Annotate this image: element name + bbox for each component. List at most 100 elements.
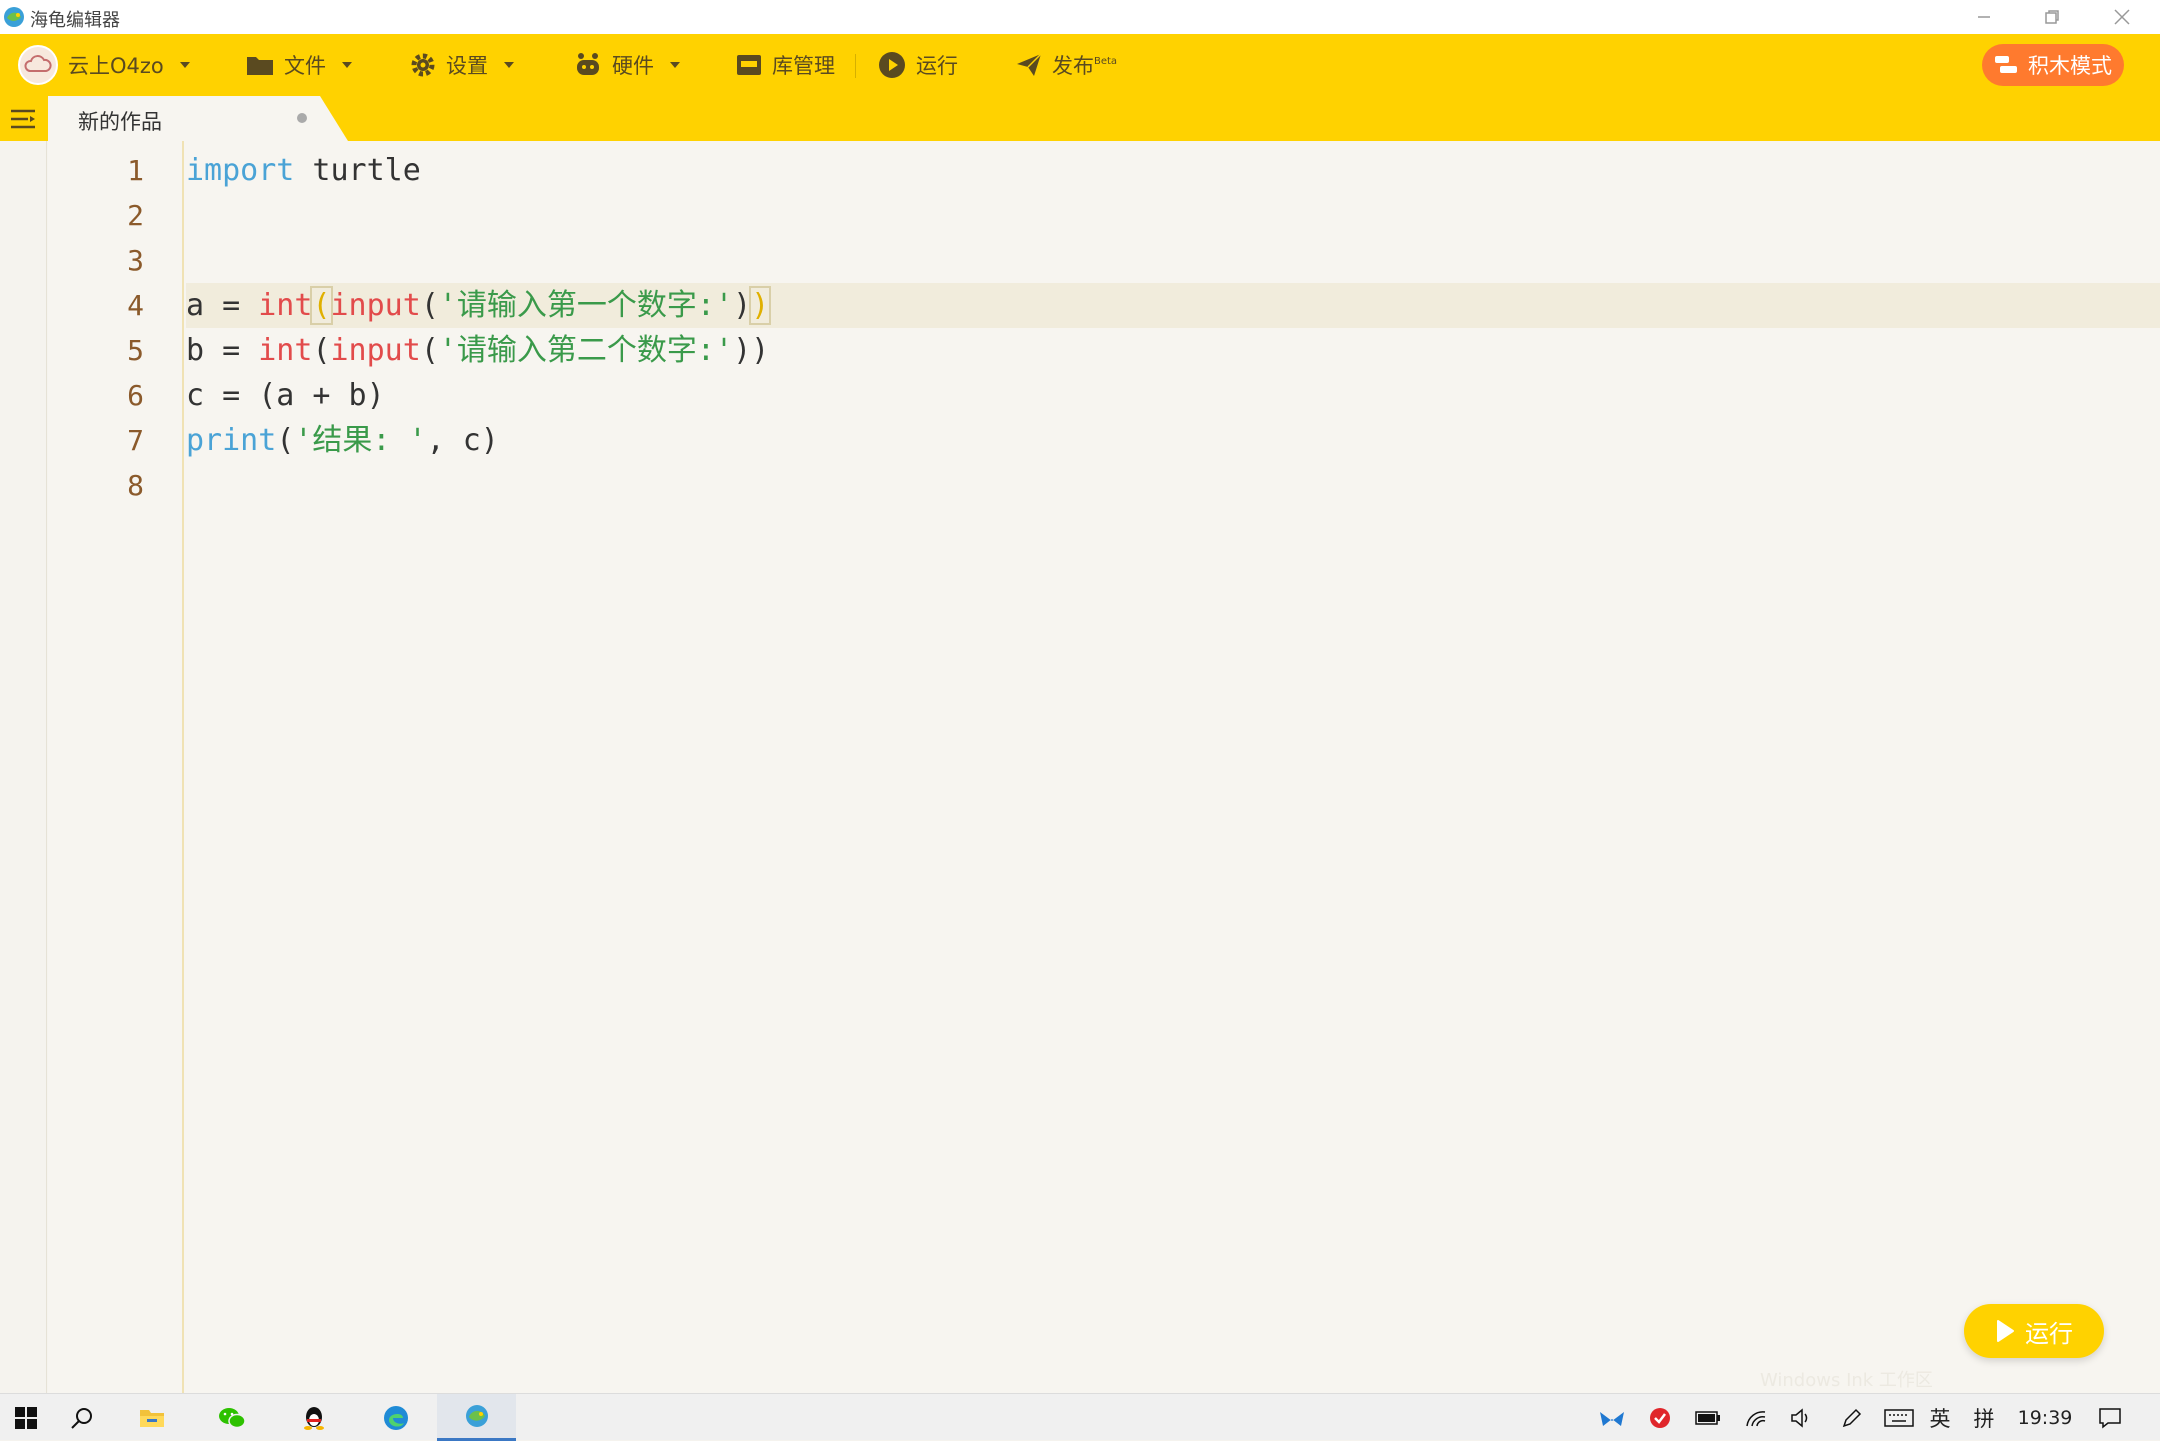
hardware-menu[interactable]: 硬件 — [574, 34, 680, 96]
play-circle-icon — [879, 52, 905, 78]
line-number-gutter: 1 2 3 4 5 6 7 8 — [48, 141, 184, 1393]
tray-mail[interactable] — [1592, 1394, 1632, 1441]
settings-menu[interactable]: 设置 — [410, 34, 514, 96]
taskbar-file-explorer[interactable] — [124, 1394, 180, 1441]
code-token: int — [258, 288, 313, 323]
code-line[interactable] — [186, 238, 2160, 283]
code-token: ( — [312, 333, 331, 368]
code-token: b = — [186, 333, 259, 368]
tray-volume[interactable] — [1784, 1394, 1820, 1441]
close-icon — [2114, 9, 2130, 25]
windows-start-icon — [15, 1406, 37, 1429]
watermark-text: Windows Ink 工作区 — [1760, 1370, 1933, 1391]
code-line[interactable] — [186, 193, 2160, 238]
action-center-button[interactable] — [2090, 1394, 2130, 1441]
file-menu-label: 文件 — [284, 54, 326, 78]
code-editor[interactable]: 12345678 import turtle a = int(input('请输入… — [48, 141, 2160, 1393]
block-mode-label: 积木模式 — [2028, 54, 2112, 78]
line-number: 7 — [127, 424, 144, 457]
user-menu[interactable]: 云上O4zo — [18, 34, 190, 96]
chevron-down-icon — [670, 62, 680, 68]
code-line[interactable]: b = int(input('请输入第二个数字:')) — [186, 328, 2160, 373]
notification-icon — [2099, 1407, 2121, 1429]
chevron-down-icon — [504, 62, 514, 68]
window-title: 海龟编辑器 — [30, 10, 120, 31]
tray-wifi[interactable] — [1738, 1394, 1774, 1441]
wifi-icon — [1746, 1410, 1766, 1426]
hardware-menu-label: 硬件 — [612, 54, 654, 78]
block-mode-button[interactable]: 积木模式 — [1982, 44, 2124, 86]
sidebar-menu-icon[interactable] — [10, 108, 36, 130]
line-number: 6 — [127, 379, 144, 412]
code-line[interactable]: a = int(input('请输入第一个数字:')) — [186, 283, 2160, 328]
taskbar-turtle-editor[interactable] — [437, 1394, 516, 1441]
shield-icon — [1650, 1407, 1670, 1428]
tray-battery[interactable] — [1688, 1394, 1728, 1441]
edge-icon — [384, 1405, 408, 1430]
code-token: ( — [310, 286, 333, 325]
line-number: 8 — [127, 469, 144, 502]
gear-icon — [411, 53, 435, 77]
library-manager-button[interactable]: 库管理 — [736, 34, 835, 96]
settings-menu-label: 设置 — [446, 54, 488, 78]
title-bar: 海龟编辑器 — [0, 0, 2160, 34]
chevron-down-icon — [342, 62, 352, 68]
main-toolbar: 云上O4zo 文件 设置 硬件 库管理 运行 发布 Beta 积木模式 — [0, 34, 2160, 96]
line-number: 1 — [127, 154, 144, 187]
code-line[interactable]: import turtle — [186, 148, 2160, 193]
tab-label: 新的作品 — [78, 110, 162, 134]
code-token: '结果: ' — [294, 423, 427, 458]
code-line[interactable] — [186, 463, 2160, 508]
taskbar-wechat[interactable] — [204, 1394, 260, 1441]
line-number: 5 — [127, 334, 144, 367]
code-token: ) — [733, 288, 752, 323]
toolbar-run-label: 运行 — [916, 54, 958, 78]
code-token: ( — [420, 288, 439, 323]
code-token: ( — [276, 423, 295, 458]
input-mode[interactable]: 拼 — [1968, 1394, 2000, 1441]
restore-icon — [2045, 10, 2059, 24]
line-number: 2 — [127, 199, 144, 232]
clock[interactable]: 19:39 — [2010, 1394, 2080, 1441]
minimize-button[interactable] — [1950, 0, 2018, 34]
code-line[interactable]: c = (a + b) — [186, 373, 2160, 418]
publish-button[interactable]: 发布 Beta — [1016, 34, 1117, 96]
code-token: )) — [733, 333, 770, 368]
tray-antivirus[interactable] — [1640, 1394, 1680, 1441]
taskbar-edge[interactable] — [368, 1394, 424, 1441]
paper-plane-icon — [1017, 53, 1042, 76]
code-token: ( — [420, 333, 439, 368]
beta-badge: Beta — [1094, 55, 1118, 67]
code-line[interactable]: print('结果: ', c) — [186, 418, 2160, 463]
tray-keyboard[interactable] — [1880, 1394, 1918, 1441]
publish-label: 发布 — [1052, 54, 1094, 78]
tab-new-work[interactable]: 新的作品 — [48, 96, 348, 141]
toolbar-run-button[interactable]: 运行 — [878, 34, 958, 96]
input-language[interactable]: 英 — [1924, 1394, 1956, 1441]
start-button[interactable] — [0, 1394, 52, 1441]
pen-icon — [1842, 1408, 1862, 1427]
file-menu[interactable]: 文件 — [246, 34, 352, 96]
library-manager-label: 库管理 — [772, 54, 835, 78]
restore-button[interactable] — [2018, 0, 2086, 34]
cloud-icon — [24, 55, 52, 72]
side-strip — [0, 141, 47, 1393]
unsaved-dot-icon[interactable] — [297, 113, 307, 123]
tray-windows-ink[interactable] — [1832, 1394, 1872, 1441]
minimize-icon — [1978, 16, 1990, 18]
blocks-icon — [1995, 56, 2017, 73]
search-button[interactable] — [56, 1394, 108, 1441]
code-token: print — [186, 423, 277, 458]
battery-icon — [1695, 1410, 1720, 1425]
code-token: a = — [186, 288, 259, 323]
close-button[interactable] — [2088, 0, 2156, 34]
chevron-down-icon — [179, 62, 190, 68]
taskbar-qq[interactable] — [286, 1394, 342, 1441]
run-button-label: 运行 — [2025, 1319, 2073, 1348]
code-token: import — [186, 153, 295, 188]
folder-icon — [247, 57, 273, 75]
toolbar-divider — [855, 54, 856, 78]
run-button[interactable]: 运行 — [1964, 1304, 2104, 1358]
user-label: 云上O4zo — [68, 54, 164, 78]
avatar — [18, 45, 58, 85]
